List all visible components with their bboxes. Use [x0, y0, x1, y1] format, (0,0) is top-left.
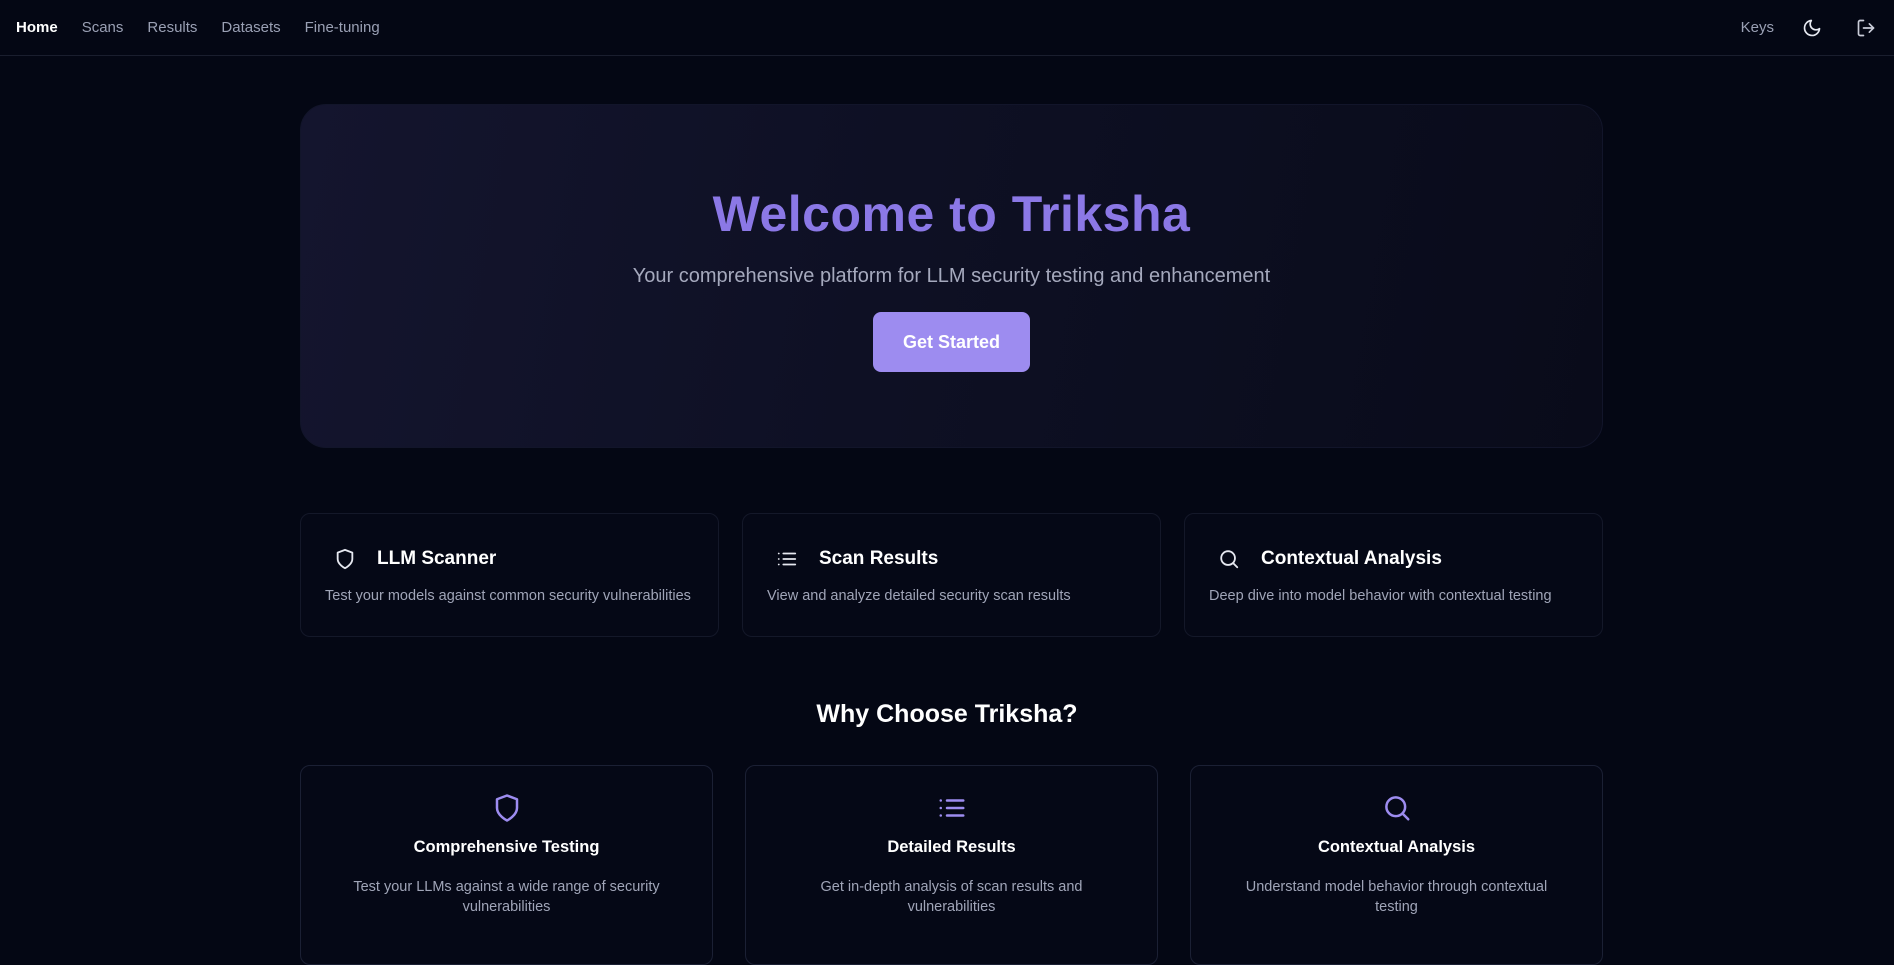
why-card-title: Comprehensive Testing [413, 838, 600, 856]
why-card-description: Get in-depth analysis of scan results an… [820, 879, 1083, 915]
top-navigation: Home Scans Results Datasets Fine-tuning … [0, 0, 1894, 56]
list-icon [775, 547, 799, 571]
list-icon [936, 792, 968, 824]
feature-card-title: Scan Results [819, 548, 939, 569]
shield-icon [333, 547, 357, 571]
feature-card-title: Contextual Analysis [1261, 548, 1442, 569]
nav-links: Home Scans Results Datasets Fine-tuning [16, 19, 404, 36]
hero-section: Welcome to Triksha Your comprehensive pl… [300, 104, 1603, 448]
shield-icon [491, 792, 523, 824]
nav-scans[interactable]: Scans [82, 19, 124, 36]
why-card-description: Understand model behavior through contex… [1245, 879, 1548, 915]
search-icon [1381, 792, 1413, 824]
feature-card-title: LLM Scanner [377, 548, 497, 569]
why-card-title: Detailed Results [887, 838, 1016, 856]
feature-card-header: LLM Scanner [325, 544, 694, 574]
nav-results[interactable]: Results [147, 19, 197, 36]
nav-actions: Keys [1741, 16, 1878, 40]
feature-card-description: View and analyze detailed security scan … [767, 588, 1071, 604]
feature-card-description: Test your models against common security… [325, 588, 691, 604]
logout-icon[interactable] [1854, 16, 1878, 40]
feature-card-contextual-analysis[interactable]: Contextual Analysis Deep dive into model… [1184, 513, 1603, 637]
hero-subtitle: Your comprehensive platform for LLM secu… [632, 265, 1271, 287]
nav-fine-tuning[interactable]: Fine-tuning [305, 19, 380, 36]
hero-title: Welcome to Triksha [712, 186, 1191, 242]
why-card-detailed-results: Detailed Results Get in-depth analysis o… [745, 765, 1158, 965]
nav-home[interactable]: Home [16, 19, 58, 36]
why-card-title: Contextual Analysis [1317, 838, 1476, 856]
nav-datasets[interactable]: Datasets [221, 19, 280, 36]
feature-card-header: Scan Results [767, 544, 1136, 574]
feature-card-llm-scanner[interactable]: LLM Scanner Test your models against com… [300, 513, 719, 637]
why-card-contextual-analysis: Contextual Analysis Understand model beh… [1190, 765, 1603, 965]
search-icon [1217, 547, 1241, 571]
moon-icon[interactable] [1800, 16, 1824, 40]
feature-card-scan-results[interactable]: Scan Results View and analyze detailed s… [742, 513, 1161, 637]
why-card-comprehensive-testing: Comprehensive Testing Test your LLMs aga… [300, 765, 713, 965]
nav-keys[interactable]: Keys [1741, 19, 1774, 36]
why-choose-heading: Why Choose Triksha? [816, 700, 1078, 728]
feature-card-description: Deep dive into model behavior with conte… [1209, 588, 1552, 604]
feature-card-header: Contextual Analysis [1209, 544, 1578, 574]
why-card-description: Test your LLMs against a wide range of s… [353, 879, 660, 915]
get-started-button[interactable]: Get Started [873, 312, 1030, 372]
